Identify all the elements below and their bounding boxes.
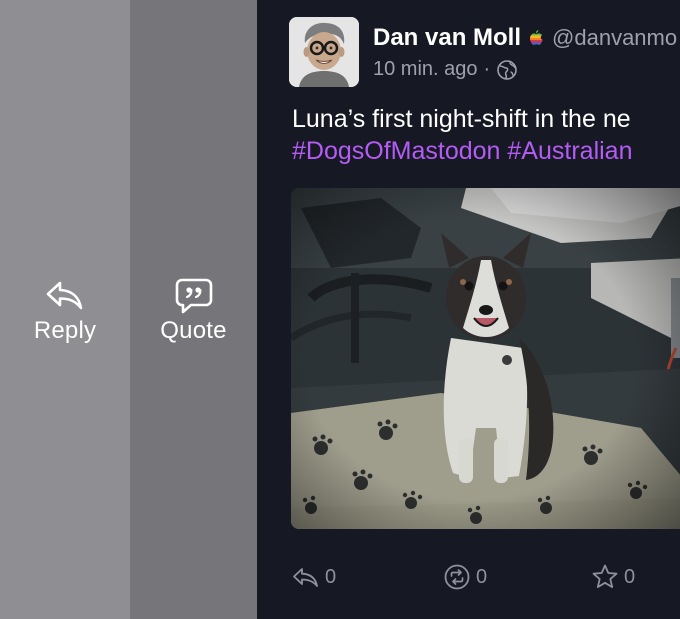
reply-label: Reply: [33, 316, 97, 344]
avatar-image: [289, 17, 359, 87]
boost-button[interactable]: 0: [442, 562, 487, 592]
author-display-name[interactable]: Dan van Moll: [373, 24, 521, 52]
post-meta: 10 min. ago ·: [373, 58, 518, 81]
boost-count: 0: [476, 565, 488, 588]
swipe-quote-action[interactable]: Quote: [130, 0, 257, 619]
avatar[interactable]: [289, 17, 359, 87]
swipe-reply-action[interactable]: Reply: [0, 0, 130, 619]
reply-icon: [46, 281, 83, 309]
quote-icon: [175, 278, 212, 313]
post-action-bar: 0 0 0: [257, 562, 680, 598]
apple-logo-icon: [530, 30, 543, 45]
favourite-count: 0: [624, 565, 636, 588]
quote-label: Quote: [160, 316, 227, 344]
media-attachment[interactable]: [291, 188, 680, 529]
dog-photo: [291, 188, 680, 529]
hashtag-dogs-of-mastodon[interactable]: #DogsOfMastodon: [292, 137, 500, 165]
timeline-view: Reply Quote Dan van Moll @danvanmo 10 mi…: [0, 0, 680, 619]
reply-count: 0: [325, 565, 337, 588]
author-row[interactable]: Dan van Moll @danvanmo: [373, 24, 677, 52]
author-handle[interactable]: @danvanmo: [552, 25, 677, 51]
favourite-button[interactable]: 0: [590, 562, 635, 592]
boost-icon: [444, 564, 470, 590]
star-icon: [592, 564, 618, 588]
globe-icon: [497, 59, 517, 80]
hashtag-line: #DogsOfMastodon #Australian: [292, 135, 680, 167]
meta-separator: ·: [483, 58, 491, 80]
post-content[interactable]: Luna’s first night-shift in the ne #Dogs…: [292, 103, 680, 167]
hashtag-australian[interactable]: #Australian: [507, 137, 632, 165]
reply-icon: [293, 568, 318, 587]
post-text-line: Luna’s first night-shift in the ne: [292, 105, 631, 133]
status-post[interactable]: Dan van Moll @danvanmo 10 min. ago · Lun…: [257, 0, 680, 619]
reply-button[interactable]: 0: [291, 562, 336, 592]
post-timestamp[interactable]: 10 min. ago: [373, 58, 478, 81]
